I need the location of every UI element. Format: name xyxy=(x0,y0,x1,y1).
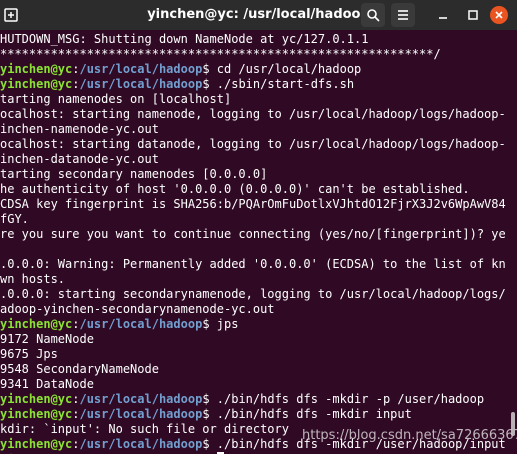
output-line: 9172 NameNode xyxy=(0,332,94,347)
prompt-user: yinchen@yc xyxy=(0,317,73,331)
new-tab-icon xyxy=(4,8,18,22)
command-text: jps xyxy=(209,317,239,331)
prompt-dollar: $ xyxy=(202,392,210,406)
prompt-user: yinchen@yc xyxy=(0,407,73,421)
output-text: he authenticity of host '0.0.0.0 (0.0.0.… xyxy=(0,182,470,196)
output-line: ****************************************… xyxy=(0,47,441,62)
output-text: inchen-namenode-yc.out xyxy=(0,122,159,136)
output-text: .0.0.0: starting secondarynamenode, logg… xyxy=(0,287,506,301)
prompt-dollar: $ xyxy=(202,317,210,331)
output-text: HUTDOWN_MSG: Shutting down NameNode at y… xyxy=(0,32,369,46)
output-text: fGY. xyxy=(0,212,29,226)
prompt-dollar: $ xyxy=(202,407,210,421)
output-line: tarting namenodes on [localhost] xyxy=(0,92,231,107)
output-line: 9675 Jps xyxy=(0,347,58,362)
prompt-line: yinchen@yc:/usr/local/hadoop$ ./bin/hdfs… xyxy=(0,392,484,407)
hamburger-menu-icon xyxy=(398,10,408,20)
output-text: 9341 DataNode xyxy=(0,377,94,391)
output-line: tarting secondary namenodes [0.0.0.0] xyxy=(0,167,267,182)
output-line: ocalhost: starting namenode, logging to … xyxy=(0,107,506,122)
output-line: he authenticity of host '0.0.0.0 (0.0.0.… xyxy=(0,182,470,197)
output-line: 9341 DataNode xyxy=(0,377,94,392)
prompt-line: yinchen@yc:/usr/local/hadoop$ ./bin/hdfs… xyxy=(0,407,412,422)
output-line: .0.0.0: Warning: Permanently added '0.0.… xyxy=(0,257,506,272)
search-button[interactable] xyxy=(361,3,385,27)
output-line: kdir: `input': No such file or directory xyxy=(0,422,289,437)
close-icon xyxy=(495,11,503,19)
prompt-user: yinchen@yc xyxy=(0,77,73,91)
output-text: wn hosts. xyxy=(0,272,66,286)
prompt-path: /usr/local/hadoop xyxy=(79,407,203,421)
output-text: tarting namenodes on [localhost] xyxy=(0,92,232,106)
prompt-path: /usr/local/hadoop xyxy=(79,437,203,451)
prompt-path: /usr/local/hadoop xyxy=(79,77,203,91)
maximize-button[interactable] xyxy=(461,3,485,27)
command-text: cd /usr/local/hadoop xyxy=(209,62,362,76)
output-line: 9548 SecondaryNameNode xyxy=(0,362,159,377)
prompt-path: /usr/local/hadoop xyxy=(79,392,203,406)
output-text: ****************************************… xyxy=(0,47,441,61)
prompt-dollar: $ xyxy=(202,62,210,76)
output-line: re you sure you want to continue connect… xyxy=(0,227,506,242)
search-icon xyxy=(367,9,380,22)
output-text: CDSA key fingerprint is SHA256:b/PQArOmF… xyxy=(0,197,506,211)
menu-button[interactable] xyxy=(391,3,415,27)
terminal-output[interactable]: HUTDOWN_MSG: Shutting down NameNode at y… xyxy=(0,30,517,454)
output-text: 9172 NameNode xyxy=(0,332,94,346)
prompt-path: /usr/local/hadoop xyxy=(79,317,203,331)
close-button[interactable] xyxy=(490,6,508,24)
output-line: .0.0.0: starting secondarynamenode, logg… xyxy=(0,287,506,302)
watermark: https://blog.csdn.net/sa726663676 xyxy=(302,428,517,443)
prompt-user: yinchen@yc xyxy=(0,62,73,76)
output-line: wn hosts. xyxy=(0,272,65,287)
prompt-user: yinchen@yc xyxy=(0,392,73,406)
prompt-user: yinchen@yc xyxy=(0,437,73,451)
output-text: tarting secondary namenodes [0.0.0.0] xyxy=(0,167,268,181)
command-text: ./sbin/start-dfs.sh xyxy=(209,77,355,91)
output-text: adoop-yinchen-secondarynamenode-yc.out xyxy=(0,302,275,316)
output-text: 9548 SecondaryNameNode xyxy=(0,362,159,376)
output-line: inchen-namenode-yc.out xyxy=(0,122,159,137)
title-bar: yinchen@yc: /usr/local/hadoop xyxy=(0,0,517,30)
output-text: re you sure you want to continue connect… xyxy=(0,227,506,241)
output-line: fGY. xyxy=(0,212,29,227)
output-text: ocalhost: starting namenode, logging to … xyxy=(0,107,506,121)
prompt-line: yinchen@yc:/usr/local/hadoop$ jps xyxy=(0,317,238,332)
prompt-path: /usr/local/hadoop xyxy=(79,62,203,76)
prompt-line: yinchen@yc:/usr/local/hadoop$ ./sbin/sta… xyxy=(0,77,354,92)
maximize-icon xyxy=(468,10,478,20)
output-text: .0.0.0: Warning: Permanently added '0.0.… xyxy=(0,257,506,271)
output-text: ocalhost: starting datanode, logging to … xyxy=(0,137,506,151)
minimize-icon xyxy=(439,17,447,19)
output-line: CDSA key fingerprint is SHA256:b/PQArOmF… xyxy=(0,197,506,212)
prompt-dollar: $ xyxy=(202,77,210,91)
output-text: 9675 Jps xyxy=(0,347,58,361)
output-line: ocalhost: starting datanode, logging to … xyxy=(0,137,506,152)
minimize-button[interactable] xyxy=(431,3,455,27)
output-text: kdir: `input': No such file or directory xyxy=(0,422,289,436)
output-text: inchen-datanode-yc.out xyxy=(0,152,159,166)
new-tab-button[interactable] xyxy=(2,4,20,26)
output-line: HUTDOWN_MSG: Shutting down NameNode at y… xyxy=(0,32,368,47)
prompt-dollar: $ xyxy=(202,437,210,451)
output-line: inchen-datanode-yc.out xyxy=(0,152,159,167)
prompt-line: yinchen@yc:/usr/local/hadoop$ cd /usr/lo… xyxy=(0,62,361,77)
terminal-window: yinchen@yc: /usr/local/hadoop HUTDOWN_MS… xyxy=(0,0,517,454)
command-text: ./bin/hdfs dfs -mkdir input xyxy=(209,407,412,421)
command-text: ./bin/hdfs dfs -mkdir -p /user/hadoop xyxy=(209,392,485,406)
output-line: adoop-yinchen-secondarynamenode-yc.out xyxy=(0,302,275,317)
